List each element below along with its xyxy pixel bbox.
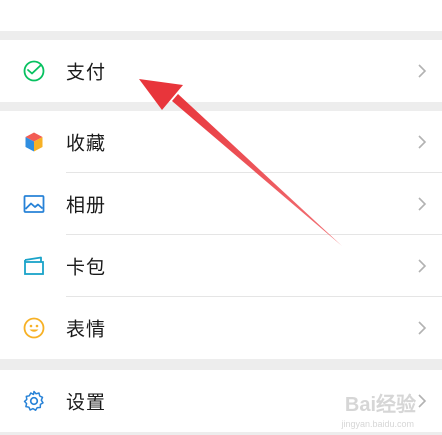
chevron-right-icon [418, 259, 427, 273]
menu-item-pay[interactable]: 支付 [0, 40, 442, 102]
feature-group: 收藏 相册 卡包 表情 [0, 111, 442, 359]
watermark-url: jingyan.baidu.com [341, 419, 414, 429]
menu-item-album[interactable]: 相册 [0, 173, 442, 235]
watermark-logo: Bai经验 [344, 394, 416, 416]
chevron-right-icon [418, 197, 427, 211]
menu-item-stickers-label: 表情 [66, 318, 107, 341]
menu-item-cards-label: 卡包 [66, 256, 107, 279]
pay-group: 支付 [0, 40, 442, 102]
card-icon [21, 253, 47, 279]
wallet-check-icon [21, 58, 47, 84]
menu-item-cards[interactable]: 卡包 [0, 235, 442, 297]
menu-item-settings-label: 设置 [66, 391, 107, 414]
menu-item-pay-label: 支付 [66, 61, 107, 84]
smiley-icon [21, 315, 47, 341]
chevron-right-icon [418, 394, 427, 408]
image-icon [21, 191, 47, 217]
menu-item-favorites[interactable]: 收藏 [0, 111, 442, 173]
chevron-right-icon [418, 135, 427, 149]
menu-item-album-label: 相册 [66, 194, 107, 217]
menu-item-stickers[interactable]: 表情 [0, 297, 442, 359]
chevron-right-icon [418, 321, 427, 335]
gear-icon [21, 388, 47, 414]
cube-icon [21, 129, 47, 155]
previous-section [0, 0, 442, 31]
chevron-right-icon [418, 64, 427, 78]
menu-item-favorites-label: 收藏 [66, 132, 107, 155]
